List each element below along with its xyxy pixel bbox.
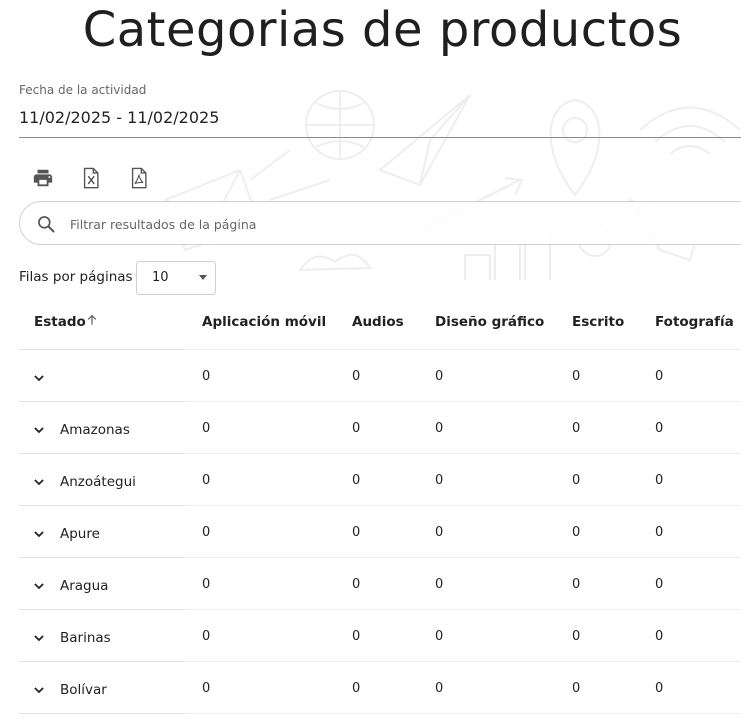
export-excel-button[interactable]: [78, 165, 104, 191]
cell-fotografia: 0: [655, 369, 664, 384]
rows-per-page-select[interactable]: 10: [136, 261, 216, 295]
chevron-down-icon[interactable]: [32, 527, 46, 541]
table-row[interactable]: Amazonas 0 0 0 0 0: [19, 402, 741, 454]
chevron-down-icon[interactable]: [32, 579, 46, 593]
cell-escrito: 0: [572, 421, 581, 436]
page-title: Categorias de productos: [82, 2, 683, 58]
cell-diseno-grafico: 0: [435, 421, 444, 436]
cell-fotografia: 0: [655, 681, 664, 696]
cell-estado: Barinas: [60, 630, 111, 646]
column-header-audios[interactable]: Audios: [352, 314, 404, 330]
cell-diseno-grafico: 0: [435, 525, 444, 540]
column-header-escrito[interactable]: Escrito: [572, 314, 624, 330]
cell-estado: Anzoátegui: [60, 474, 136, 490]
search-input[interactable]: [68, 212, 712, 236]
cell-fotografia: 0: [655, 629, 664, 644]
search-icon: [38, 216, 55, 233]
table-row[interactable]: Apure 0 0 0 0 0: [19, 506, 741, 558]
chevron-down-icon[interactable]: [32, 423, 46, 437]
cell-escrito: 0: [572, 525, 581, 540]
cell-escrito: 0: [572, 473, 581, 488]
cell-audios: 0: [352, 369, 361, 384]
column-header-diseno-grafico[interactable]: Diseño gráfico: [435, 314, 544, 330]
cell-estado: Bolívar: [60, 682, 107, 698]
cell-fotografia: 0: [655, 421, 664, 436]
cell-aplicacion-movil: 0: [202, 629, 211, 644]
excel-export-icon: [83, 167, 99, 189]
chevron-down-icon[interactable]: [32, 371, 46, 385]
cell-diseno-grafico: 0: [435, 369, 444, 384]
print-icon: [33, 169, 53, 187]
cell-estado: Amazonas: [60, 422, 130, 438]
table-row[interactable]: Aragua 0 0 0 0 0: [19, 558, 741, 610]
cell-aplicacion-movil: 0: [202, 525, 211, 540]
cell-audios: 0: [352, 577, 361, 592]
cell-audios: 0: [352, 421, 361, 436]
cell-audios: 0: [352, 681, 361, 696]
cell-escrito: 0: [572, 577, 581, 592]
table-row[interactable]: Barinas 0 0 0 0 0: [19, 610, 741, 662]
chevron-down-icon[interactable]: [32, 683, 46, 697]
cell-audios: 0: [352, 525, 361, 540]
chevron-down-icon[interactable]: [32, 631, 46, 645]
cell-escrito: 0: [572, 629, 581, 644]
cell-audios: 0: [352, 473, 361, 488]
pdf-export-icon: [131, 167, 147, 189]
print-button[interactable]: [30, 165, 56, 191]
table-row[interactable]: 0 0 0 0 0: [19, 350, 741, 402]
rows-per-page-value: 10: [152, 270, 169, 285]
cell-diseno-grafico: 0: [435, 473, 444, 488]
cell-escrito: 0: [572, 369, 581, 384]
search-box[interactable]: [19, 201, 741, 245]
cell-aplicacion-movil: 0: [202, 369, 211, 384]
column-header-estado[interactable]: Estado: [34, 314, 86, 330]
cell-fotografia: 0: [655, 525, 664, 540]
arrow-up-icon[interactable]: [85, 313, 99, 327]
cell-aplicacion-movil: 0: [202, 577, 211, 592]
cell-diseno-grafico: 0: [435, 629, 444, 644]
date-range-value[interactable]: 11/02/2025 - 11/02/2025: [19, 108, 219, 127]
rows-per-page-label: Filas por páginas: [19, 269, 133, 285]
cell-diseno-grafico: 0: [435, 681, 444, 696]
cell-aplicacion-movil: 0: [202, 421, 211, 436]
row-divider: [19, 713, 185, 714]
cell-audios: 0: [352, 629, 361, 644]
cell-aplicacion-movil: 0: [202, 681, 211, 696]
table-row[interactable]: Anzoátegui 0 0 0 0 0: [19, 454, 741, 506]
cell-diseno-grafico: 0: [435, 577, 444, 592]
table-row[interactable]: Bolívar 0 0 0 0 0: [19, 662, 741, 714]
cell-fotografia: 0: [655, 473, 664, 488]
row-divider: [185, 713, 741, 714]
date-range-label: Fecha de la actividad: [19, 83, 147, 97]
cell-estado: Aragua: [60, 578, 109, 594]
caret-down-icon: [199, 275, 207, 280]
export-pdf-button[interactable]: [126, 165, 152, 191]
cell-aplicacion-movil: 0: [202, 473, 211, 488]
date-range-field[interactable]: Fecha de la actividad 11/02/2025 - 11/02…: [19, 83, 741, 138]
cell-escrito: 0: [572, 681, 581, 696]
cell-fotografia: 0: [655, 577, 664, 592]
cell-estado: Apure: [60, 526, 100, 542]
chevron-down-icon[interactable]: [32, 475, 46, 489]
column-header-fotografia[interactable]: Fotografía: [655, 314, 734, 330]
column-header-aplicacion-movil[interactable]: Aplicación móvil: [202, 314, 326, 330]
